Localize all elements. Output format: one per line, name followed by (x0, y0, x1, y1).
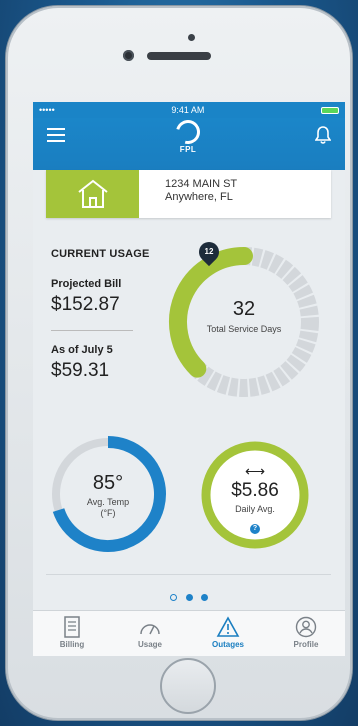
info-glyph: ? (250, 524, 260, 534)
daily-avg-value: $5.86 (231, 480, 279, 501)
daily-avg-gauge[interactable]: ⟷ $5.86 Daily Avg. ? (198, 438, 312, 552)
tab-profile[interactable]: Profile (267, 611, 345, 656)
tab-usage-label: Usage (137, 640, 162, 649)
page-dot-active[interactable] (185, 594, 193, 601)
tab-outages[interactable]: Outages (189, 611, 267, 656)
status-time: 9:41 AM (171, 105, 205, 115)
house-icon (77, 179, 108, 208)
battery-icon (320, 106, 339, 114)
section-title: CURRENT USAGE (51, 248, 150, 260)
tab-usage[interactable]: Usage (111, 611, 189, 656)
info-icon[interactable]: ? (198, 517, 312, 535)
avg-temp-gauge[interactable]: 85° Avg. Temp (°F) (46, 432, 170, 556)
tab-outages-label: Outages (211, 640, 244, 649)
temp-value: 85° (92, 472, 124, 494)
page-dot[interactable] (200, 594, 208, 601)
day-marker-pin: 12 (194, 237, 224, 267)
address-text: 1234 MAIN ST Anywhere, FL (139, 170, 237, 218)
compare-arrow-icon: ⟷ (244, 463, 266, 479)
document-icon (64, 616, 80, 638)
status-bar: ••••• 9:41 AM (33, 102, 345, 118)
tab-bar: Billing Usage Outages Profile (33, 610, 345, 656)
divider (51, 330, 133, 331)
signal-indicator: ••••• (39, 105, 55, 115)
page-indicator[interactable] (33, 588, 345, 606)
tab-billing[interactable]: Billing (33, 611, 111, 656)
front-sensor (188, 34, 195, 41)
app-screen: ••••• 9:41 AM FPL 1234 MAIN ST Anywhere,… (33, 102, 345, 656)
tab-profile-label: Profile (293, 640, 319, 649)
projected-bill-amount: $152.87 (51, 294, 120, 315)
logo-text: FPL (179, 145, 197, 154)
temp-unit: (°F) (100, 508, 116, 518)
home-button[interactable] (160, 658, 216, 714)
fpl-logo: FPL (170, 115, 206, 154)
address-card[interactable]: 1234 MAIN ST Anywhere, FL (46, 170, 331, 218)
phone-frame: ••••• 9:41 AM FPL 1234 MAIN ST Anywhere,… (6, 6, 352, 720)
temp-label: Avg. Temp (86, 497, 130, 507)
gauge-icon (140, 624, 160, 635)
bell-icon[interactable] (315, 126, 331, 144)
service-days-gauge[interactable]: 32 Total Service Days (157, 230, 331, 404)
asof-amount: $59.31 (51, 360, 110, 381)
service-days-value: 32 (232, 298, 256, 320)
warning-icon (216, 616, 240, 637)
day-marker-value: 12 (204, 247, 214, 256)
service-days-label: Total Service Days (206, 324, 282, 334)
page-dot[interactable] (170, 594, 178, 601)
front-camera (123, 50, 134, 61)
tab-billing-label: Billing (59, 640, 85, 649)
address-line2: Anywhere, FL (165, 191, 233, 203)
earpiece-speaker (147, 52, 211, 60)
projected-bill-label: Projected Bill (51, 278, 122, 290)
home-tile (46, 170, 139, 218)
address-line1: 1234 MAIN ST (165, 178, 238, 190)
asof-label: As of July 5 (51, 344, 113, 356)
user-icon (295, 616, 317, 638)
daily-avg-label: Daily Avg. (235, 504, 275, 514)
app-header: FPL (33, 115, 345, 170)
menu-icon[interactable] (47, 128, 65, 142)
divider-line (46, 574, 331, 575)
